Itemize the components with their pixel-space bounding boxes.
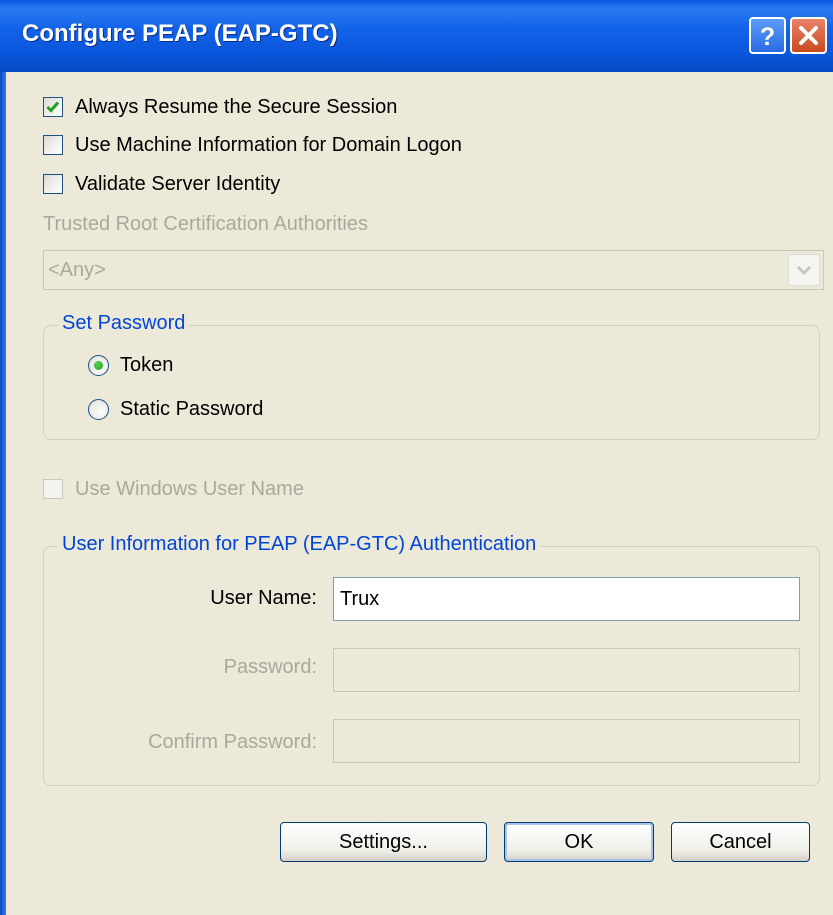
username-label: User Name: xyxy=(210,587,317,609)
confirm-password-field[interactable] xyxy=(333,719,800,763)
window-frame-left xyxy=(0,72,6,915)
always-resume-label: Always Resume the Secure Session xyxy=(75,96,398,118)
checkmark-icon xyxy=(46,101,60,113)
username-input[interactable] xyxy=(334,578,799,620)
cancel-button[interactable]: Cancel xyxy=(671,822,810,862)
close-button[interactable] xyxy=(790,17,827,54)
svg-text:?: ? xyxy=(760,23,775,51)
trusted-root-dropdown[interactable]: <Any> xyxy=(43,250,824,290)
trusted-root-dropdown-button[interactable] xyxy=(788,254,820,286)
password-field[interactable] xyxy=(333,648,800,692)
ok-button[interactable]: OK xyxy=(504,822,654,862)
settings-button[interactable]: Settings... xyxy=(280,822,487,862)
confirm-password-input[interactable] xyxy=(334,720,799,762)
trusted-root-value: <Any> xyxy=(48,259,106,281)
static-password-label: Static Password xyxy=(120,398,264,420)
always-resume-checkbox[interactable] xyxy=(43,97,63,117)
password-input[interactable] xyxy=(334,649,799,691)
set-password-group: Set Password Token Static Password xyxy=(43,312,820,440)
machine-info-label: Use Machine Information for Domain Logon xyxy=(75,134,462,156)
chevron-down-icon xyxy=(796,265,812,276)
username-field[interactable] xyxy=(333,577,800,621)
static-password-radio[interactable] xyxy=(88,399,109,420)
password-label: Password: xyxy=(223,656,317,678)
title-bar[interactable]: Configure PEAP (EAP-GTC) ? xyxy=(0,0,833,72)
close-icon xyxy=(799,26,818,45)
token-radio[interactable] xyxy=(88,355,109,376)
dialog-title: Configure PEAP (EAP-GTC) xyxy=(22,20,338,47)
trusted-root-label: Trusted Root Certification Authorities xyxy=(43,213,368,235)
help-button[interactable]: ? xyxy=(749,17,786,54)
machine-info-checkbox[interactable] xyxy=(43,135,63,155)
validate-server-label: Validate Server Identity xyxy=(75,173,281,195)
configure-peap-dialog: Configure PEAP (EAP-GTC) ? Always Resume… xyxy=(0,0,833,915)
set-password-title: Set Password xyxy=(58,312,190,335)
validate-server-checkbox[interactable] xyxy=(43,174,63,194)
confirm-password-label: Confirm Password: xyxy=(148,731,317,753)
use-windows-user-label: Use Windows User Name xyxy=(75,478,304,500)
token-label: Token xyxy=(120,354,174,376)
radio-selected-dot xyxy=(94,361,103,370)
question-mark-icon: ? xyxy=(760,23,775,51)
user-info-title: User Information for PEAP (EAP-GTC) Auth… xyxy=(58,533,541,556)
use-windows-user-checkbox[interactable] xyxy=(43,479,63,499)
